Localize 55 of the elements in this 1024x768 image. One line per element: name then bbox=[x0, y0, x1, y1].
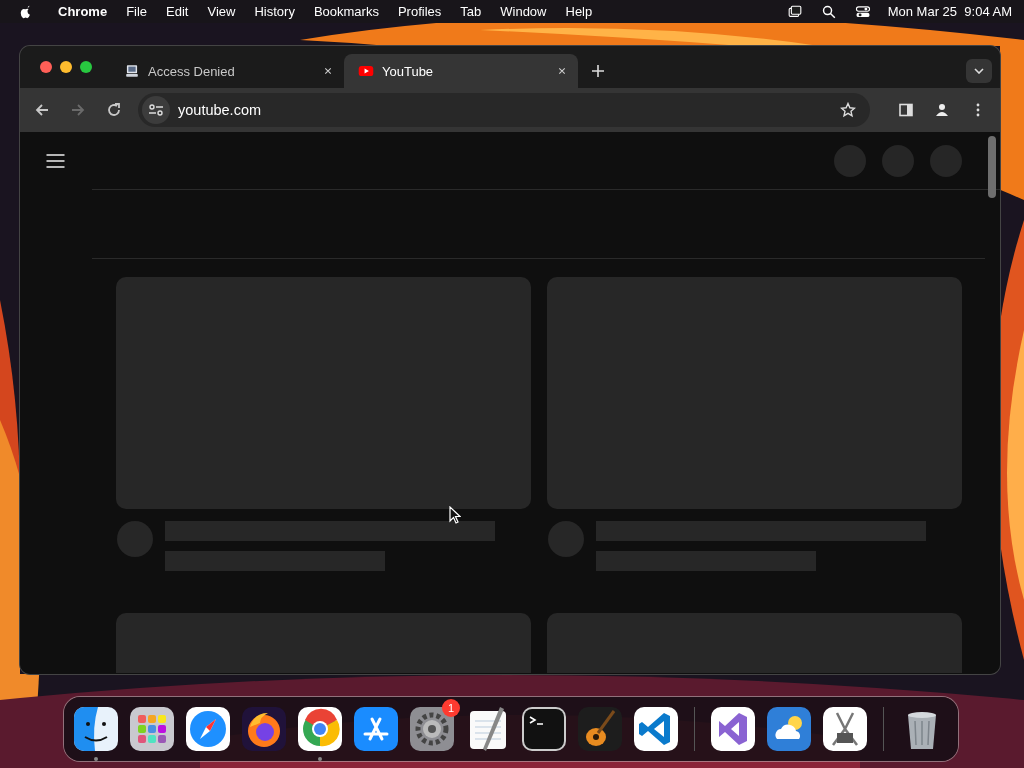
back-icon[interactable] bbox=[34, 102, 50, 118]
menu-item[interactable]: Tab bbox=[460, 4, 482, 19]
menu-item[interactable]: Bookmarks bbox=[313, 4, 379, 19]
cloud-sun-icon[interactable] bbox=[767, 707, 811, 751]
reload-icon[interactable] bbox=[106, 102, 122, 118]
tab-search-button[interactable] bbox=[966, 59, 992, 83]
browser-tab[interactable]: Access Denied bbox=[110, 54, 344, 88]
menu-item[interactable]: View bbox=[207, 4, 236, 19]
notification-badge: 1 bbox=[442, 699, 460, 717]
menu-item[interactable]: Profiles bbox=[397, 4, 442, 19]
new-tab-plus-icon[interactable] bbox=[592, 65, 604, 77]
side-panel-icon[interactable] bbox=[898, 102, 914, 118]
caliper-icon[interactable] bbox=[823, 707, 867, 751]
finder-face-icon[interactable] bbox=[74, 707, 118, 751]
app-grid-icon[interactable] bbox=[130, 707, 174, 751]
browser-tab[interactable]: YouTube bbox=[344, 54, 578, 88]
mouse-pointer-icon bbox=[449, 506, 461, 524]
play-logo-icon bbox=[358, 63, 374, 79]
close-icon[interactable] bbox=[556, 65, 568, 77]
menu-item[interactable]: Edit bbox=[166, 4, 189, 19]
address-bar[interactable]: youtube.com bbox=[138, 93, 870, 127]
menu-item[interactable]: History bbox=[254, 4, 295, 19]
close-window-button[interactable] bbox=[40, 61, 52, 73]
terminal-icon[interactable] bbox=[522, 707, 566, 751]
tab-title: YouTube bbox=[382, 63, 435, 79]
scrollbar-thumb[interactable] bbox=[988, 136, 996, 198]
compass-icon[interactable] bbox=[186, 707, 230, 751]
bookmark-star-icon[interactable] bbox=[840, 102, 856, 118]
clock[interactable]: Mon Mar 25 9:04 AM bbox=[887, 4, 1012, 19]
menu-item[interactable]: Help bbox=[565, 4, 593, 19]
control-center-icon[interactable] bbox=[853, 3, 872, 20]
ribbon-icon[interactable] bbox=[634, 707, 678, 751]
caret-icon bbox=[974, 68, 984, 74]
menu-icon[interactable] bbox=[46, 154, 65, 168]
avatar-placeholder bbox=[548, 521, 584, 557]
close-icon[interactable] bbox=[322, 65, 334, 77]
computer-icon bbox=[124, 63, 140, 79]
menu-item[interactable]: File bbox=[126, 4, 148, 19]
fox-globe-icon[interactable] bbox=[242, 707, 286, 751]
profile-icon[interactable] bbox=[934, 102, 950, 118]
ribbon-icon[interactable] bbox=[711, 707, 755, 751]
apple-menu-icon[interactable] bbox=[18, 3, 33, 20]
tab-title: Access Denied bbox=[148, 63, 236, 79]
guitar-icon[interactable] bbox=[578, 707, 622, 751]
app-menu[interactable]: Chrome bbox=[58, 4, 108, 19]
minimize-window-button[interactable] bbox=[60, 61, 72, 73]
placeholder-circle bbox=[882, 144, 914, 177]
placeholder-circle bbox=[930, 144, 962, 177]
placeholder-circle bbox=[834, 144, 866, 177]
zoom-window-button[interactable] bbox=[80, 61, 92, 73]
site-info-icon[interactable] bbox=[142, 96, 170, 124]
menu-item[interactable]: Window bbox=[500, 4, 547, 19]
app-store-icon[interactable] bbox=[354, 707, 398, 751]
avatar-placeholder bbox=[117, 521, 153, 557]
round-logo-icon[interactable] bbox=[298, 707, 342, 751]
